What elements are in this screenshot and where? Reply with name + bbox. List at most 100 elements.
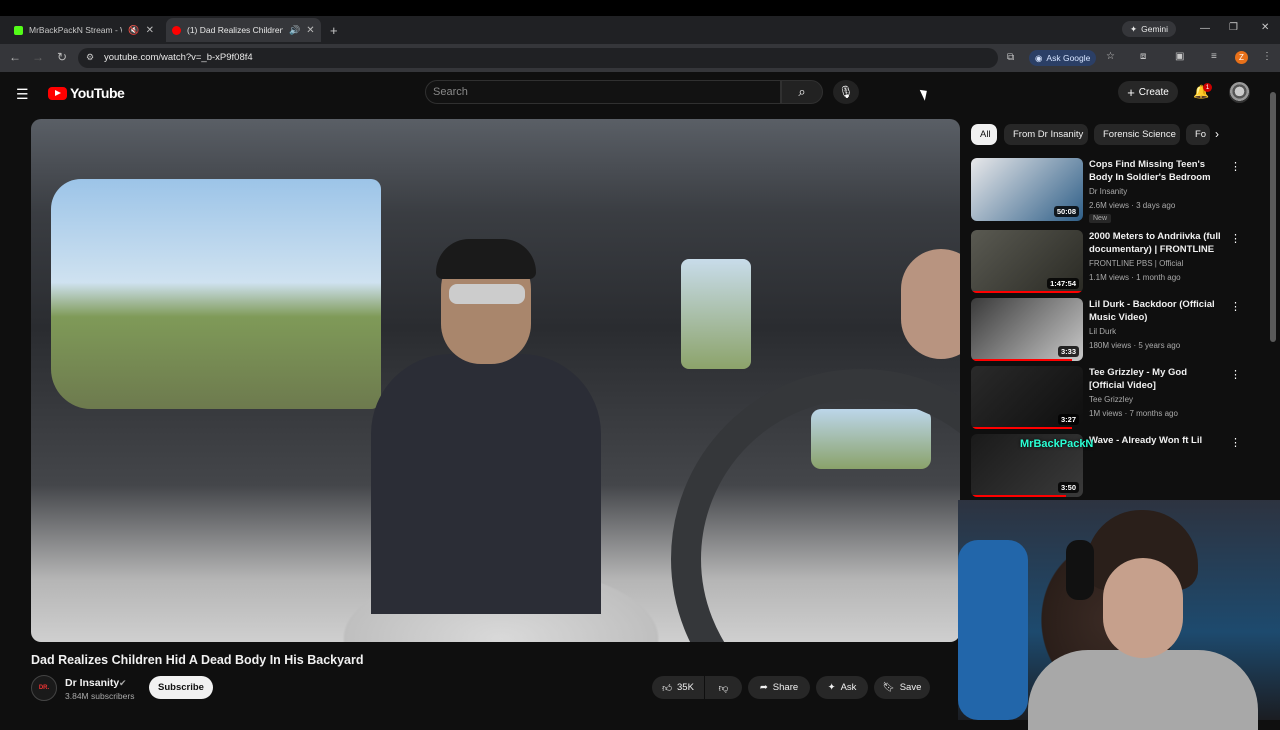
close-tab-icon[interactable]: ✕ (306, 25, 314, 36)
url-text[interactable]: youtube.com/watch?v=_b-xP9f08f4 (104, 52, 253, 63)
bookmark-star-icon[interactable]: ☆ (1106, 51, 1115, 62)
forward-icon[interactable]: → (30, 50, 46, 64)
back-icon[interactable]: ← (7, 50, 23, 64)
gemini-button[interactable]: ✦ Gemini (1122, 21, 1177, 37)
headset (1066, 540, 1094, 600)
recommendation-meta: 2.6M views · 3 days ago (1089, 201, 1176, 210)
notification-badge: 1 (1203, 83, 1212, 92)
thumbs-up-icon: 👍︎ (662, 682, 673, 694)
more-vert-icon[interactable]: ⋮ (1230, 436, 1241, 449)
save-button[interactable]: 🔖︎ Save (874, 676, 930, 699)
page-scrollbar[interactable] (1270, 92, 1276, 342)
tab-mrbackpackn-stream[interactable]: MrBackPackN Stream - Wat 🔇 ✕ (8, 18, 160, 42)
minimize-icon[interactable]: — (1200, 23, 1210, 34)
ask-label: Ask (840, 682, 857, 693)
microphone-icon: 🎙 (838, 85, 854, 99)
streamer-webcam-overlay (958, 500, 1280, 730)
close-tab-icon[interactable]: ✕ (146, 25, 154, 36)
passenger-figure (361, 239, 601, 614)
dislike-button[interactable]: 👎︎ (705, 676, 742, 699)
like-button[interactable]: 👍︎ 35K (652, 676, 704, 699)
passenger-cap (436, 239, 536, 279)
driver-head (901, 249, 960, 359)
share-button[interactable]: ➦ Share (748, 676, 810, 699)
video-thumbnail[interactable]: 3:33 (971, 298, 1083, 361)
watch-progress-bar (971, 359, 1072, 361)
ask-google-label: Ask Google (1046, 53, 1091, 63)
subscriber-count: 3.84M subscribers (65, 691, 135, 701)
mute-icon[interactable]: 🔇 (128, 25, 139, 36)
create-button[interactable]: + Create (1118, 81, 1178, 103)
more-vert-icon[interactable]: ⋮ (1262, 51, 1272, 62)
chip-from-channel[interactable]: From Dr Insanity (1004, 124, 1088, 145)
video-thumbnail[interactable]: 50:08 (971, 158, 1083, 221)
account-avatar[interactable] (1229, 82, 1250, 103)
search-button[interactable]: ⌕ (781, 80, 823, 104)
duration-badge: 3:27 (1057, 414, 1079, 425)
chevron-right-icon[interactable]: › (1215, 127, 1219, 141)
recommendation-title[interactable]: Wave - Already Won ft Lil (1089, 434, 1221, 447)
kick-favicon-icon (14, 25, 23, 35)
extensions-icon[interactable]: ⧈ (1140, 51, 1146, 62)
recommendation-title[interactable]: Tee Grizzley - My God [Official Video] (1089, 366, 1221, 392)
restore-icon[interactable]: ❐ (1229, 22, 1238, 33)
recommendation-title[interactable]: Lil Durk - Backdoor (Official Music Vide… (1089, 298, 1221, 324)
recommendation-channel[interactable]: Dr Insanity (1089, 187, 1127, 196)
chip-forensic-science[interactable]: Forensic Science (1094, 124, 1180, 145)
audio-playing-icon[interactable]: 🔊 (289, 25, 300, 36)
recommendation-channel[interactable]: Tee Grizzley (1089, 395, 1133, 404)
recommendation-channel[interactable]: FRONTLINE PBS | Official (1089, 259, 1183, 268)
duration-badge: 1:47:54 (1047, 278, 1079, 289)
recommendation-title[interactable]: 2000 Meters to Andriivka (full documenta… (1089, 230, 1221, 256)
youtube-logo[interactable]: YouTube (48, 85, 125, 101)
recommendation-channel[interactable]: Lil Durk (1089, 327, 1116, 336)
reload-icon[interactable]: ↻ (54, 50, 70, 64)
channel-avatar[interactable]: DR. (31, 675, 57, 701)
recommendation-title[interactable]: Cops Find Missing Teen's Body In Soldier… (1089, 158, 1221, 184)
profile-avatar[interactable]: Z (1235, 51, 1248, 64)
recommendation-item[interactable]: 3:50 Wave - Already Won ft Lil ⋮ (971, 434, 1241, 498)
video-thumbnail[interactable]: 1:47:54 (971, 230, 1083, 293)
car-window-rear (681, 259, 751, 369)
new-badge: New (1089, 214, 1112, 223)
chip-all[interactable]: All (971, 124, 997, 145)
plus-icon[interactable]: + (330, 23, 338, 38)
bookmark-icon: 🔖︎ (882, 682, 895, 693)
save-label: Save (899, 682, 922, 693)
chip-partial[interactable]: Fo (1186, 124, 1210, 145)
search-icon: ⌕ (798, 84, 806, 99)
recommendation-item[interactable]: 50:08 Cops Find Missing Teen's Body In So… (971, 158, 1241, 223)
more-vert-icon[interactable]: ⋮ (1230, 232, 1241, 245)
recommendation-item[interactable]: 1:47:54 2000 Meters to Andriivka (full do… (971, 230, 1241, 294)
subscribe-button[interactable]: Subscribe (149, 676, 213, 699)
streamer-face (1103, 558, 1183, 658)
hamburger-icon[interactable]: ☰ (16, 86, 29, 103)
tab-youtube-video[interactable]: (1) Dad Realizes Children Hi 🔊 ✕ (166, 18, 321, 42)
site-info-icon[interactable]: ⚙ (86, 52, 94, 63)
channel-name[interactable]: Dr Insanity (65, 677, 119, 689)
ask-button[interactable]: ✦ Ask (816, 676, 868, 699)
video-player[interactable] (31, 119, 960, 642)
recommendation-item[interactable]: 3:33 Lil Durk - Backdoor (Official Music … (971, 298, 1241, 362)
ask-google-button[interactable]: ◉ Ask Google (1029, 50, 1097, 66)
voice-search-button[interactable]: 🎙 (833, 80, 859, 104)
split-view-icon[interactable]: ▣ (1175, 51, 1184, 62)
stream-overlay-text: MrBackPackN (1020, 438, 1094, 450)
video-title: Dad Realizes Children Hid A Dead Body In… (31, 653, 364, 667)
recommendation-item[interactable]: 3:27 Tee Grizzley - My God [Official Vide… (971, 366, 1241, 430)
search-input[interactable] (433, 85, 763, 99)
close-window-icon[interactable]: ✕ (1261, 22, 1269, 33)
more-vert-icon[interactable]: ⋮ (1230, 300, 1241, 313)
install-icon[interactable]: ⧉ (1007, 52, 1014, 63)
video-thumbnail[interactable]: 3:27 (971, 366, 1083, 429)
create-label: Create (1138, 86, 1169, 98)
plus-icon: + (1127, 84, 1135, 100)
more-vert-icon[interactable]: ⋮ (1230, 160, 1241, 173)
watch-progress-bar (971, 495, 1067, 497)
more-vert-icon[interactable]: ⋮ (1230, 368, 1241, 381)
duration-badge: 50:08 (1053, 206, 1079, 217)
share-label: Share (772, 682, 799, 693)
logo-text: YouTube (70, 85, 125, 101)
media-controls-icon[interactable]: ≡ (1211, 51, 1217, 62)
gaming-chair (958, 540, 1028, 720)
